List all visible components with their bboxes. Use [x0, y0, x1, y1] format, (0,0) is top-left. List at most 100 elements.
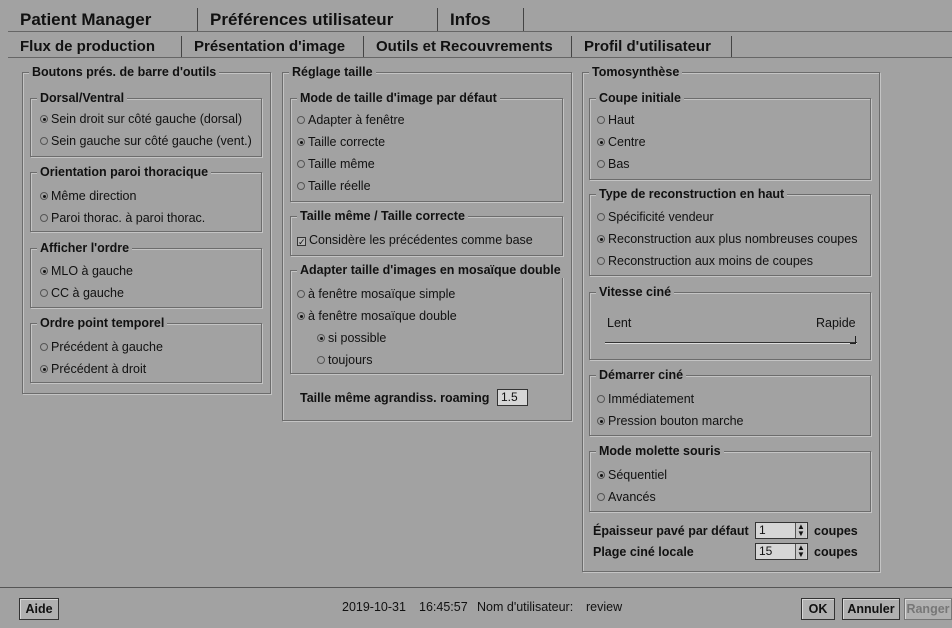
radio-if-possible[interactable]: si possible — [317, 330, 386, 346]
radio-mlo-left[interactable]: MLO à gauche — [40, 263, 133, 279]
radio-icon — [597, 395, 605, 403]
radio-vendor-specific[interactable]: Spécificité vendeur — [597, 209, 714, 225]
option-label: MLO à gauche — [51, 264, 133, 278]
radio-icon — [597, 116, 605, 124]
status-user-label: Nom d'utilisateur: — [477, 600, 574, 614]
slow-label: Lent — [607, 316, 632, 330]
roaming-input[interactable]: 1.5 — [497, 389, 528, 406]
radio-most-slices[interactable]: Reconstruction aux plus nombreuses coupe… — [597, 231, 857, 247]
group-title: Mode de taille d'image par défaut — [297, 90, 500, 106]
slab-thickness-label: Épaisseur pavé par défaut — [593, 524, 749, 538]
radio-prior-right[interactable]: Précédent à droit — [40, 361, 146, 377]
radio-cc-left[interactable]: CC à gauche — [40, 285, 124, 301]
tab-label: Présentation d'image — [194, 38, 346, 55]
option-label: Avancés — [608, 490, 656, 504]
radio-fit-window[interactable]: Adapter à fenêtre — [297, 112, 405, 128]
radio-icon — [297, 312, 305, 320]
status-date: 2019-10-31 — [342, 600, 406, 614]
footer-divider — [0, 587, 952, 588]
radio-bottom[interactable]: Bas — [597, 156, 630, 172]
cancel-button[interactable]: Annuler — [842, 598, 900, 620]
group-title: Taille même / Taille correcte — [297, 208, 468, 224]
option-label: toujours — [328, 353, 373, 367]
sub-tabbar: Flux de production Présentation d'image … — [8, 34, 952, 60]
radio-icon — [297, 160, 305, 168]
radio-double-mosaic[interactable]: à fenêtre mosaïque double — [297, 308, 457, 324]
radio-single-mosaic[interactable]: à fenêtre mosaïque simple — [297, 286, 455, 302]
tabbar-divider — [8, 31, 952, 32]
radio-icon — [297, 290, 305, 298]
radio-icon — [597, 493, 605, 501]
cine-speed-slider[interactable] — [605, 342, 857, 344]
slider-thumb[interactable] — [850, 336, 856, 344]
option-label: Haut — [608, 113, 635, 127]
radio-icon — [597, 160, 605, 168]
group-title: Afficher l'ordre — [37, 240, 133, 256]
radio-icon — [40, 115, 48, 123]
radio-advanced[interactable]: Avancés — [597, 489, 656, 505]
tab-label: Flux de production — [20, 38, 155, 55]
group-title: Tomosynthèse — [589, 64, 683, 80]
option-label: Immédiatement — [608, 392, 695, 406]
store-button[interactable]: Ranger — [904, 598, 952, 620]
cine-range-spinner-icon[interactable]: ▲ ▼ — [795, 544, 806, 559]
radio-same-size[interactable]: Taille même — [297, 156, 375, 172]
option-label: à fenêtre mosaïque simple — [308, 287, 456, 301]
cine-range-label: Plage ciné locale — [593, 545, 694, 559]
option-label: à fenêtre mosaïque double — [308, 309, 457, 323]
radio-icon — [597, 417, 605, 425]
group-title: Dorsal/Ventral — [37, 90, 128, 106]
radio-icon — [597, 471, 605, 479]
radio-icon — [597, 213, 605, 221]
radio-fewest-slices[interactable]: Reconstruction aux moins de coupes — [597, 253, 813, 269]
field-value: 15 — [759, 544, 773, 558]
radio-wall-to-wall[interactable]: Paroi thorac. à paroi thorac. — [40, 210, 205, 226]
radio-icon — [40, 192, 48, 200]
radio-dorsal-right[interactable]: Sein droit sur côté gauche (dorsal) — [40, 111, 242, 127]
tab-label: Outils et Recouvrements — [376, 38, 553, 55]
option-label: Même direction — [51, 189, 137, 203]
help-button[interactable]: Aide — [19, 598, 59, 620]
option-label: Sein gauche sur côté gauche (vent.) — [51, 134, 252, 148]
radio-same-direction[interactable]: Même direction — [40, 188, 136, 204]
tab-user-preferences[interactable]: Préférences utilisateur — [198, 8, 438, 32]
radio-icon — [297, 116, 305, 124]
radio-real-size[interactable]: Taille réelle — [297, 178, 371, 194]
radio-prior-left[interactable]: Précédent à gauche — [40, 339, 163, 355]
option-label: Précédent à gauche — [51, 340, 163, 354]
option-label: Taille correcte — [308, 135, 386, 149]
tab-label: Infos — [450, 10, 491, 29]
radio-ventral-left[interactable]: Sein gauche sur côté gauche (vent.) — [40, 133, 252, 149]
radio-icon — [40, 214, 48, 222]
tab-tools-overlays[interactable]: Outils et Recouvrements — [364, 36, 572, 58]
radio-icon — [40, 343, 48, 351]
radio-icon — [317, 334, 325, 342]
radio-on-play-press[interactable]: Pression bouton marche — [597, 413, 744, 429]
group-title: Démarrer ciné — [596, 367, 687, 383]
fast-label: Rapide — [816, 316, 856, 330]
radio-correct-size[interactable]: Taille correcte — [297, 134, 385, 150]
tab-infos[interactable]: Infos — [438, 8, 524, 32]
option-label: si possible — [328, 331, 387, 345]
slab-spinner-icon[interactable]: ▲ ▼ — [795, 523, 806, 538]
group-title: Ordre point temporel — [37, 315, 168, 331]
ok-button[interactable]: OK — [801, 598, 835, 620]
tab-image-presentation[interactable]: Présentation d'image — [182, 36, 364, 58]
group-title: Réglage taille — [289, 64, 376, 80]
radio-top[interactable]: Haut — [597, 112, 634, 128]
option-label: Taille réelle — [308, 179, 371, 193]
checkbox-consider-priors[interactable]: ✓ Considère les précédentes comme base — [297, 232, 533, 248]
radio-icon — [597, 235, 605, 243]
radio-icon — [297, 182, 305, 190]
radio-immediately[interactable]: Immédiatement — [597, 391, 694, 407]
tab-user-profile[interactable]: Profil d'utilisateur — [572, 36, 732, 58]
roaming-label: Taille même agrandiss. roaming — [300, 391, 490, 405]
radio-always[interactable]: toujours — [317, 352, 372, 368]
tab-workflow[interactable]: Flux de production — [8, 36, 182, 58]
radio-icon — [40, 365, 48, 373]
radio-icon — [40, 289, 48, 297]
radio-icon — [597, 138, 605, 146]
tab-patient-manager[interactable]: Patient Manager — [8, 8, 198, 32]
radio-sequential[interactable]: Séquentiel — [597, 467, 667, 483]
radio-center[interactable]: Centre — [597, 134, 646, 150]
